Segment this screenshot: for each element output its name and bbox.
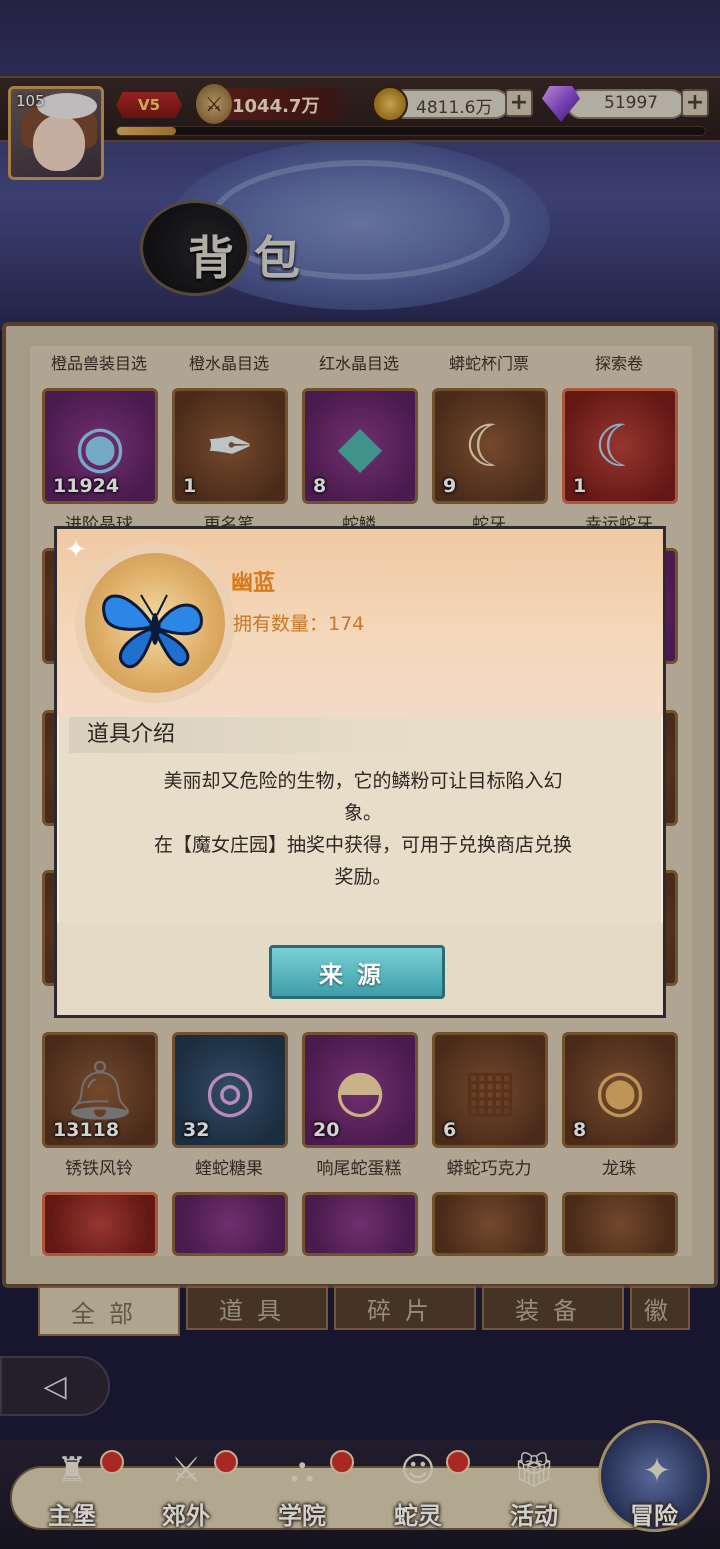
description-line: 在【魔女庄园】抽奖中获得，可用于兑换商店兑换 [153,834,572,856]
item-detail-popup: ✦ 幽蓝 拥有数量：174 道具介绍 美丽却又危险的生物，它的鳞粉可让目标陷入幻… [54,526,666,1018]
description-line: 象。 [343,802,382,824]
item-name-title: 幽蓝 [231,571,276,596]
item-owned-count: 拥有数量：174 [233,613,365,635]
source-button[interactable]: 来源 [269,945,445,999]
item-icon-disk [85,553,225,693]
section-title: 道具介绍 [69,717,419,753]
description-line: 美丽却又危险的生物，它的鳞粉可让目标陷入幻 [163,770,563,792]
item-description: 美丽却又危险的生物，它的鳞粉可让目标陷入幻 象。 在【魔女庄园】抽奖中获得，可用… [87,765,639,893]
description-line: 奖励。 [334,866,392,888]
butterfly-icon [102,594,203,669]
sparkle-icon: ✦ [65,535,87,565]
